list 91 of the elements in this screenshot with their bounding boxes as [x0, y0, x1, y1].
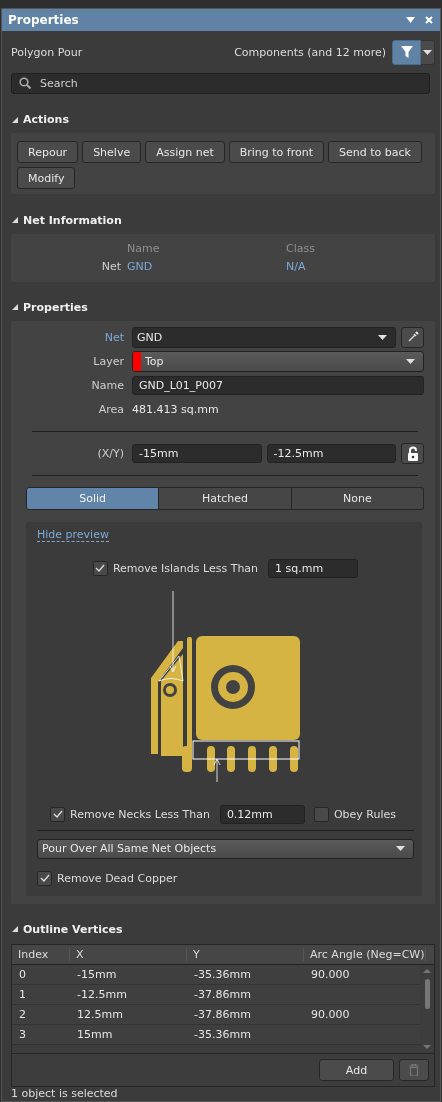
area-value: 481.413 sq.mm — [132, 402, 219, 416]
caret-icon — [406, 358, 415, 364]
table-cell-text: 3 — [18, 1028, 27, 1041]
section-heading[interactable]: Net Information — [23, 213, 122, 227]
add-button[interactable]: Add — [319, 1059, 394, 1081]
table-cell-text: 90.000 — [310, 1008, 351, 1021]
neck-width-field[interactable]: 0.12mm — [219, 804, 305, 824]
collapse-triangle-icon — [12, 304, 18, 311]
fill-mode-tab[interactable]: Solid — [26, 486, 160, 510]
checkmark-icon — [39, 874, 50, 883]
option-label: Obey Rules — [333, 807, 396, 821]
section-heading[interactable]: Properties — [23, 300, 88, 314]
table-cell-text: 12.5mm — [76, 1008, 124, 1021]
action-button[interactable]: Bring to front — [228, 141, 325, 164]
table-cell-text: 2 — [18, 1008, 27, 1021]
action-button[interactable]: Repour — [17, 141, 79, 164]
action-button[interactable]: Shelve — [82, 141, 142, 164]
scroll-down-arrow-icon — [423, 1045, 431, 1049]
checkmark-icon — [52, 810, 63, 819]
table-cell-text: 15mm — [76, 1028, 114, 1041]
column-header[interactable]: X — [70, 948, 187, 961]
window-title: Properties — [8, 13, 79, 28]
table-cell-text: -12.5mm — [76, 988, 128, 1001]
fill-mode-tab[interactable]: None — [291, 486, 424, 510]
status-text: 1 object is selected — [10, 1087, 119, 1101]
action-button[interactable]: Assign net — [145, 141, 225, 164]
filter-dropdown-button[interactable] — [421, 39, 435, 65]
table-cell-text: -15mm — [76, 968, 118, 981]
scroll-up-arrow-icon — [423, 969, 431, 973]
dropdown-icon — [406, 17, 415, 24]
table-cell-text: 1 — [18, 988, 27, 1001]
column-header: Class — [286, 241, 316, 255]
layer-dropdown[interactable]: Top — [132, 350, 424, 372]
eyedropper-icon — [406, 331, 419, 344]
object-type-label: Polygon Pour — [11, 45, 83, 59]
net-dropdown[interactable]: GND — [132, 326, 396, 348]
column-header: Name — [127, 241, 161, 255]
search-icon — [19, 77, 31, 90]
net-class: N/A — [286, 259, 307, 273]
scrollbar-thumb[interactable] — [424, 979, 430, 1009]
table-cell-text: -35.36mm — [193, 1028, 252, 1041]
section-heading[interactable]: Outline Vertices — [23, 922, 123, 936]
filter-label: Components (and 12 more) — [234, 45, 386, 59]
trash-icon — [409, 1064, 419, 1076]
caret-icon — [423, 49, 432, 55]
checkbox[interactable] — [37, 870, 52, 886]
table-cell-text: 0 — [18, 968, 27, 981]
field-label: Net — [103, 330, 124, 344]
checkbox[interactable] — [50, 806, 66, 822]
delete-button[interactable] — [399, 1059, 429, 1081]
column-header[interactable]: Arc Angle (Neg=CW) — [304, 948, 426, 961]
option-label: Remove Dead Copper — [57, 871, 178, 885]
name-field[interactable]: GND_L01_P007 — [132, 375, 424, 395]
field-label: Area — [97, 402, 124, 416]
collapse-triangle-icon — [12, 116, 18, 123]
field-label: Layer — [92, 354, 124, 368]
action-button[interactable]: Modify — [17, 167, 76, 190]
section-heading[interactable]: Actions — [23, 113, 69, 127]
field-label: Name — [90, 378, 124, 392]
column-header[interactable]: Index — [12, 948, 70, 961]
table-cell-text: -37.86mm — [193, 1008, 252, 1021]
option-label: Remove Islands Less Than — [112, 561, 259, 575]
search-field[interactable]: Search — [11, 73, 430, 95]
checkmark-icon — [95, 564, 106, 573]
x-field[interactable]: -15mm — [132, 443, 262, 463]
option-label: Remove Necks Less Than — [70, 807, 210, 821]
y-field[interactable]: -12.5mm — [266, 443, 396, 463]
filter-icon — [400, 46, 413, 59]
collapse-triangle-icon — [12, 926, 18, 933]
unlocked-padlock-icon — [406, 445, 419, 461]
hide-preview-link[interactable]: Hide preview — [37, 527, 109, 542]
table-cell-text: 90.000 — [310, 968, 351, 981]
table-cell-text: -35.36mm — [193, 968, 252, 981]
action-button[interactable]: Send to back — [328, 141, 422, 164]
checkbox[interactable] — [313, 806, 329, 822]
picker-button[interactable] — [401, 326, 424, 348]
caret-icon — [396, 846, 405, 852]
lock-button[interactable] — [401, 442, 424, 464]
field-label: (X/Y) — [96, 446, 124, 460]
net-name: GND — [127, 259, 154, 273]
column-header[interactable]: Y — [187, 948, 304, 961]
caret-icon — [378, 334, 387, 340]
table-cell-text: -37.86mm — [193, 988, 252, 1001]
filter-button[interactable] — [392, 39, 421, 65]
fill-mode-tab[interactable]: Hatched — [159, 486, 292, 510]
close-icon — [425, 16, 433, 25]
checkbox[interactable] — [92, 560, 108, 576]
pour-mode-dropdown[interactable]: Pour Over All Same Net Objects — [37, 838, 414, 859]
row-label: Net — [100, 259, 121, 273]
collapse-triangle-icon — [12, 217, 18, 224]
island-area-field[interactable]: 1 sq.mm — [268, 558, 359, 578]
